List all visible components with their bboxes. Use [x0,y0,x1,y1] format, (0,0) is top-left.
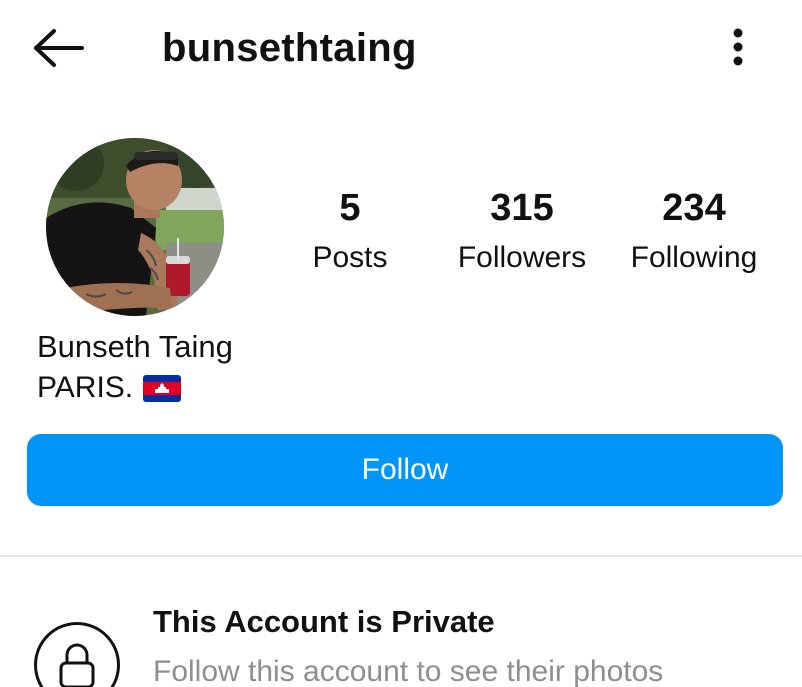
private-lock-badge [34,622,120,687]
back-button[interactable] [30,26,94,70]
more-options-button[interactable] [720,24,756,70]
posts-count-value: 5 [339,187,361,229]
profile-photo [46,138,224,316]
posts-count-label: Posts [312,241,388,274]
following-count[interactable]: 234 Following [616,186,772,276]
profile-bio: PARIS. [37,370,182,406]
followers-count-value: 315 [490,187,554,229]
private-account-title: This Account is Private [153,604,495,639]
posts-count[interactable]: 5 Posts [300,186,400,276]
avatar[interactable] [46,138,224,316]
followers-count[interactable]: 315 Followers [442,186,602,276]
lock-icon [59,643,95,687]
arrow-left-icon [34,29,84,67]
follow-button[interactable]: Follow [27,434,783,506]
profile-username-title: bunsethtaing [162,26,417,70]
vertical-ellipsis-icon [733,28,743,66]
followers-count-label: Followers [457,241,587,274]
profile-page: bunsethtaing 5 Posts 315 Followers 234 F… [0,0,802,687]
following-count-value: 234 [662,187,726,229]
cambodia-flag-icon [143,374,182,402]
section-divider [0,555,802,557]
profile-full-name: Bunseth Taing [37,329,233,364]
profile-bio-text: PARIS. [37,371,134,404]
following-count-label: Following [630,241,758,274]
private-account-subtitle: Follow this account to see their photos [153,655,664,687]
